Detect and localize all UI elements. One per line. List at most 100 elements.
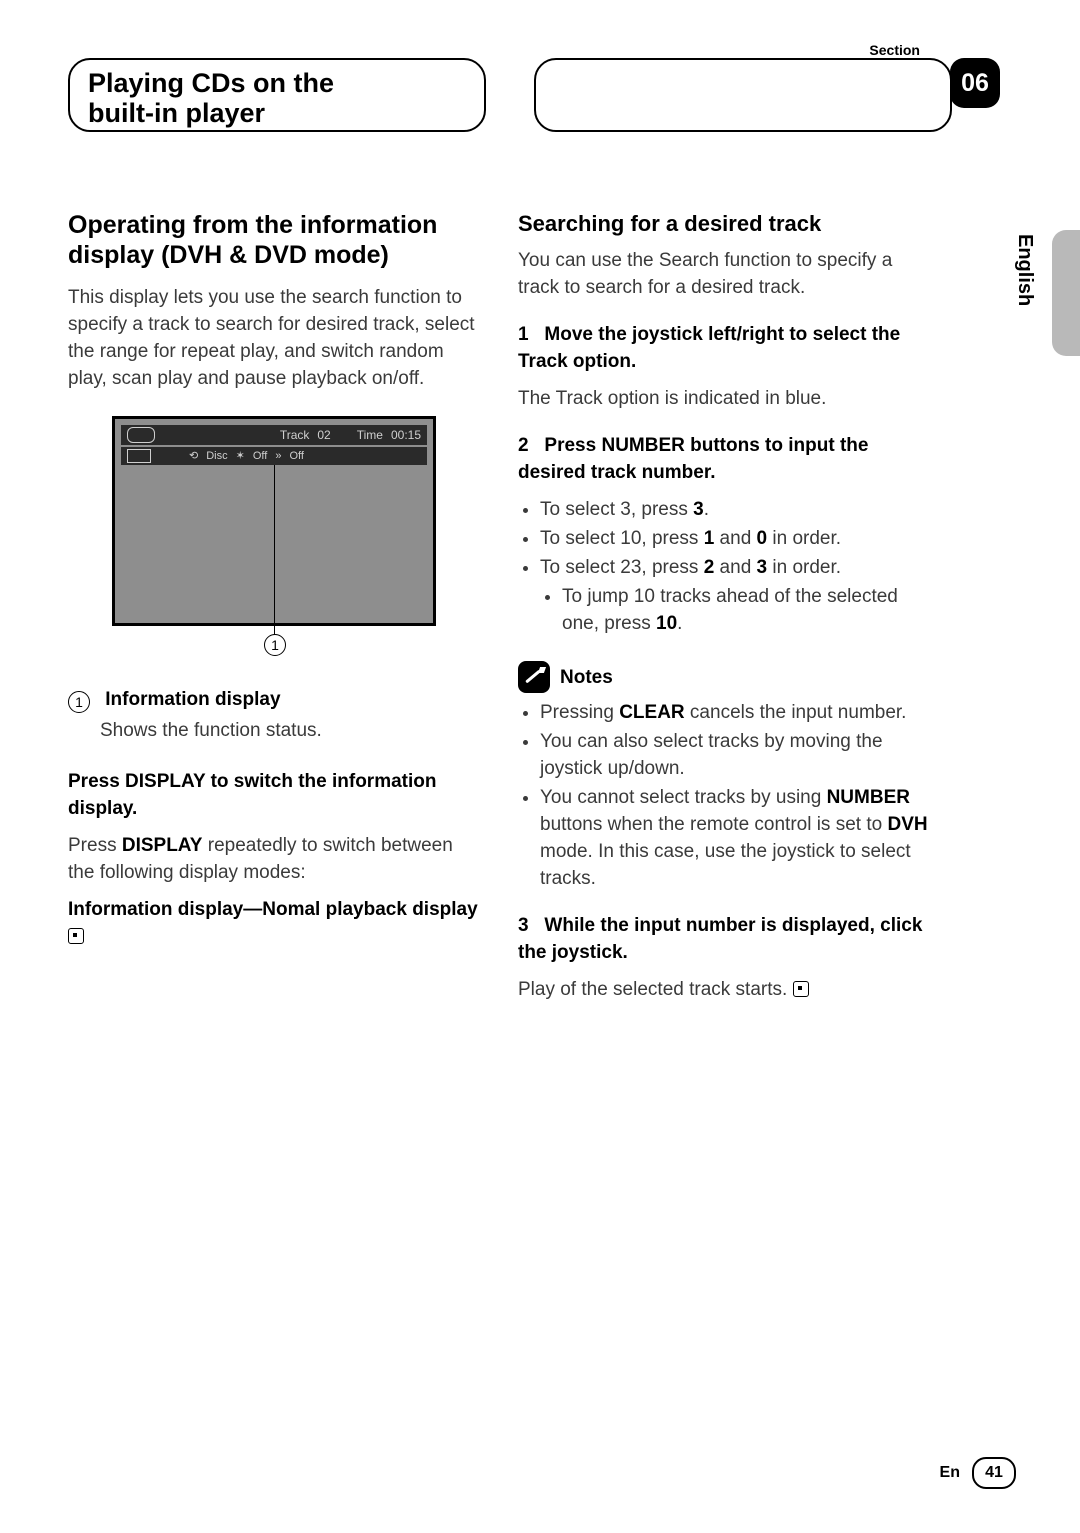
info-display-top-row: Track 02 Time 00:15 [121,425,427,445]
b3-pre: To select 23, press [540,557,704,578]
disc-icon [127,427,155,443]
section-number-badge: 06 [950,58,1000,108]
b2-mid: and [714,528,756,549]
n1-bold: CLEAR [619,702,684,723]
step3-title: While the input number is displayed, cli… [518,915,922,963]
step3-body-text: Play of the selected track starts. [518,979,787,1000]
language-label: English [1013,234,1036,306]
b3-bold1: 2 [704,557,715,578]
section-label: Section [869,42,920,58]
step3-heading: 3 While the input number is displayed, c… [518,912,938,966]
n3-pre: You cannot select tracks by using [540,787,827,808]
step2-bullet-2: To select 10, press 1 and 0 in order. [540,525,938,552]
notes-title: Notes [560,664,613,691]
notes-icon [518,661,550,693]
step2-number: 2 [518,435,529,456]
callout-line [274,465,275,635]
b3-post: in order. [767,557,841,578]
left-heading: Operating from the information display (… [68,210,478,270]
step2-title-bold: NUMBER [601,435,684,456]
step1-body: The Track option is indicated in blue. [518,385,938,412]
info-display-illustration: Track 02 Time 00:15 ⟲ Disc ✶ Off » [112,416,436,650]
content-columns: Operating from the information display (… [68,210,1020,1013]
n3-bold2: DVH [887,814,927,835]
n3-post: mode. In this case, use the joystick to … [540,841,911,889]
b2-pre: To select 10, press [540,528,704,549]
step2-bullets: To select 3, press 3. To select 10, pres… [518,496,938,637]
step1-title: Move the joystick left/right to select t… [518,324,900,372]
b2-bold1: 1 [704,528,715,549]
footer-lang: En [940,1464,960,1482]
left-intro: This display lets you use the search fun… [68,284,478,392]
step2-sub-bullet-1: To jump 10 tracks ahead of the selected … [562,583,938,637]
n3-mid: buttons when the remote control is set t… [540,814,887,835]
step3-number: 3 [518,915,529,936]
b3-bold2: 3 [757,557,768,578]
scan-icon: » [275,443,281,470]
callout-definition: 1 Information display Shows the function… [68,686,478,744]
callout-number: 1 [264,634,286,656]
b3s-bold: 10 [656,613,677,634]
left-heading-line2: display (DVH & DVD mode) [68,241,389,269]
b1-post: . [704,499,709,520]
step2-sub-bullets: To jump 10 tracks ahead of the selected … [540,583,938,637]
n1-post: cancels the input number. [685,702,907,723]
manual-page: Section Playing CDs on the built-in play… [0,0,1080,1533]
b2-bold2: 0 [757,528,768,549]
cd-icon [127,449,151,463]
step2-title-pre: Press [544,435,601,456]
notes-heading: Notes [518,661,938,693]
scan-value: Off [289,443,303,470]
page-footer: En 41 [940,1457,1016,1489]
n1-pre: Pressing [540,702,619,723]
right-intro: You can use the Search function to speci… [518,247,938,301]
press-display-body: Press DISPLAY repeatedly to switch betwe… [68,832,478,886]
press-display-block: Press DISPLAY to switch the information … [68,768,478,950]
info-display-bottom-row: ⟲ Disc ✶ Off » Off [121,447,427,465]
repeat-icon: ⟲ [189,443,198,470]
chapter-title-box: Playing CDs on the built-in player [68,58,486,132]
chapter-title-box-right [534,58,952,132]
time-label: Time [357,422,383,449]
display-modes-text: Information display—Nomal playback displ… [68,899,478,920]
step1-number: 1 [518,324,529,345]
press-body-bold: DISPLAY [122,835,203,856]
b1-pre: To select 3, press [540,499,693,520]
n3-bold1: NUMBER [827,787,910,808]
time-value: 00:15 [391,422,421,449]
random-icon: ✶ [236,443,245,470]
step2-bullet-1: To select 3, press 3. [540,496,938,523]
callout-desc: Shows the function status. [100,717,478,744]
b1-bold: 3 [693,499,704,520]
chapter-title-line2: built-in player [88,98,466,128]
display-modes: Information display—Nomal playback displ… [68,896,478,950]
left-column: Operating from the information display (… [68,210,478,1013]
callout-number-inline: 1 [68,691,90,713]
info-display-frame: Track 02 Time 00:15 ⟲ Disc ✶ Off » [112,416,436,626]
note-1: Pressing CLEAR cancels the input number. [540,699,938,726]
callout-definition-title: 1 Information display [68,686,478,713]
note-2: You can also select tracks by moving the… [540,728,938,782]
notes-bullets: Pressing CLEAR cancels the input number.… [518,699,938,892]
b2-post: in order. [767,528,841,549]
step1-heading: 1 Move the joystick left/right to select… [518,321,938,375]
footer-page-number: 41 [972,1457,1016,1489]
press-body-pre: Press [68,835,122,856]
step2-heading: 2 Press NUMBER buttons to input the desi… [518,432,938,486]
press-display-title: Press DISPLAY to switch the information … [68,768,478,822]
repeat-value: Disc [206,443,227,470]
end-mark-icon [68,928,84,944]
b3-mid: and [714,557,756,578]
left-heading-line1: Operating from the information [68,211,437,239]
track-value: 02 [317,422,330,449]
b3s-pre: To jump 10 tracks ahead of the selected … [562,586,898,634]
b3s-post: . [677,613,682,634]
note-3: You cannot select tracks by using NUMBER… [540,784,938,892]
right-column: Searching for a desired track You can us… [518,210,938,1013]
right-heading: Searching for a desired track [518,210,938,237]
end-mark-icon [793,981,809,997]
chapter-title-line1: Playing CDs on the [88,68,466,98]
random-value: Off [253,443,267,470]
step2-bullet-3: To select 23, press 2 and 3 in order. To… [540,554,938,637]
step3-body: Play of the selected track starts. [518,976,938,1003]
